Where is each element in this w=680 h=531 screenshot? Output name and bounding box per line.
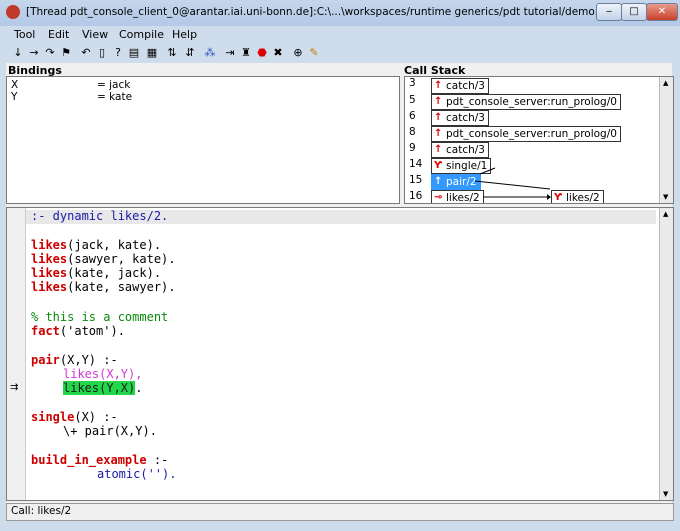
zoom-icon[interactable]: ⊕ [290,45,306,61]
code-line: likes(jack, kate). [31,238,162,252]
abort-icon[interactable]: ? [110,45,126,61]
code-line: likes(sawyer, kate). [31,252,176,266]
current-line-marker-icon: ⇉ [10,382,19,393]
binding-value: = kate [97,91,133,103]
retry-icon[interactable]: ↶ [78,45,94,61]
minimize-button[interactable]: ‒ [596,3,622,21]
menu-edit[interactable]: Edit [48,28,69,41]
skip-icon[interactable]: ↷ [42,45,58,61]
code-line: pair(X,Y) :- [31,353,118,367]
toolbar: ↓ → ↷ ⚑ ↶ ▯ ? ▤ ▦ ⇅ ⇵ ⁂ ⇥ ♜ ⬣ ✖ ⊕ ✎ [6,43,676,63]
editor-scrollbar[interactable]: ▲ ▼ [659,208,673,500]
code-line: likes(Y,X). [63,381,143,395]
up-icon[interactable]: ▦ [144,45,160,61]
binding-value: = jack [97,79,131,91]
scroll-down-icon[interactable]: ▼ [663,193,668,201]
source-editor[interactable]: ⇉ :- dynamic likes/2. likes(jack, kate).… [6,207,674,501]
binding-name: Y [11,91,18,103]
code-line: fact('atom'). [31,324,125,338]
status-bar: Call: likes/2 [6,503,674,521]
spy-icon[interactable]: ⇥ [222,45,238,61]
close-button[interactable]: ✕ [646,3,678,21]
current-goal-highlight: likes(Y,X) [63,381,136,395]
code-line: likes(kate, sawyer). [31,280,176,294]
scroll-up-icon[interactable]: ▲ [663,79,668,87]
window-title: [Thread pdt_console_client_0@arantar.iai… [26,6,608,18]
call-stack-panel[interactable]: 3 ↑ catch/3 5 ↑ pdt_console_server:run_pro… [404,76,674,204]
nodebug-icon[interactable]: ▯ [94,45,110,61]
scroll-down-icon[interactable]: ▼ [663,490,668,498]
down-icon[interactable]: ⇅ [164,45,180,61]
menu-tool[interactable]: Tool [14,28,35,41]
scroll-up-icon[interactable]: ▲ [663,210,668,218]
code-line: single(X) :- [31,410,118,424]
menu-view[interactable]: View [82,28,108,41]
code-line: atomic(''). [97,467,177,481]
break-icon[interactable]: ▤ [126,45,142,61]
call-graph-edges [474,167,551,200]
edit-icon[interactable]: ✎ [306,45,322,61]
title-bar: [Thread pdt_console_client_0@arantar.iai… [0,0,680,26]
find-icon[interactable]: ⇵ [182,45,198,61]
status-text: Call: likes/2 [11,505,72,517]
stop-icon[interactable]: ⬣ [254,45,270,61]
step-into-icon[interactable]: ↓ [10,45,26,61]
step-over-icon[interactable]: → [26,45,42,61]
app-icon [6,5,20,19]
code-line: build_in_example :- [31,453,169,467]
code-line: \+ pair(X,Y). [63,424,157,438]
menu-help[interactable]: Help [172,28,197,41]
leap-icon[interactable]: ♜ [238,45,254,61]
binding-name: X [11,79,19,91]
code-line: :- dynamic likes/2. [31,209,169,223]
butterfly-icon[interactable]: ⁂ [202,45,218,61]
finish-icon[interactable]: ⚑ [58,45,74,61]
menu-bar: Tool Edit View Compile Help [6,27,676,43]
maximize-button[interactable]: □ [621,3,647,21]
code-line: likes(kate, jack). [31,266,162,280]
query-icon[interactable]: ✖ [270,45,286,61]
code-comment: % this is a comment [31,310,169,324]
bindings-panel[interactable]: X = jack Y = kate [6,76,400,204]
code-line: likes(X,Y), [63,367,143,381]
menu-compile[interactable]: Compile [119,28,164,41]
call-stack-scrollbar[interactable]: ▲ ▼ [659,77,673,203]
editor-gutter: ⇉ [7,208,26,500]
